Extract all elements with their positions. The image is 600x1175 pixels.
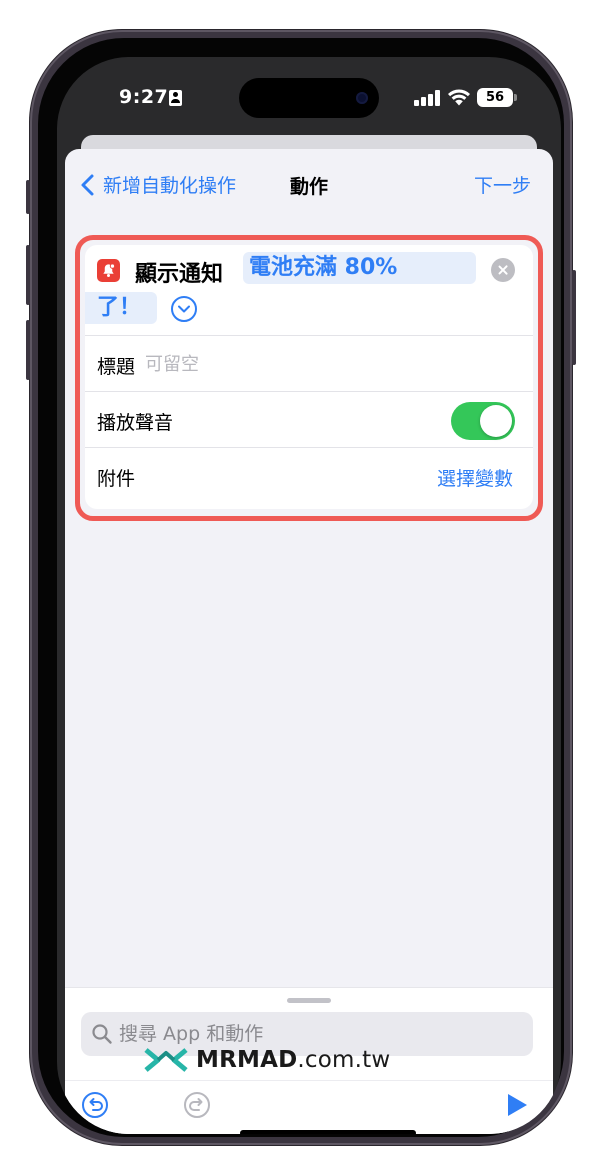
undo-icon[interactable] [81, 1091, 109, 1119]
remove-action-button[interactable] [491, 258, 515, 282]
sheet-grabber[interactable] [287, 998, 331, 1003]
back-button[interactable]: 新增自動化操作 [79, 171, 236, 198]
mrmad-watermark: MRMAD.com.tw [144, 1042, 390, 1078]
message-token[interactable]: 電池充滿 80% [243, 252, 476, 284]
cellular-signal-icon [414, 90, 440, 106]
title-label: 標題 [97, 356, 136, 378]
power-button [572, 270, 576, 365]
battery-icon: 56 [477, 88, 517, 107]
toggle-knob [480, 405, 512, 437]
dynamic-island [239, 78, 379, 118]
next-button[interactable]: 下一步 [474, 171, 531, 198]
play-sound-toggle[interactable] [451, 402, 515, 440]
home-indicator [240, 1130, 416, 1134]
play-sound-row: 播放聲音 [85, 391, 533, 447]
focus-person-icon [169, 90, 182, 106]
action-header: 顯示通知 電池充滿 80% 了！ [85, 245, 533, 335]
play-icon[interactable] [505, 1092, 529, 1118]
message-token-continued[interactable]: 了！ [85, 292, 157, 324]
redo-icon[interactable] [183, 1091, 211, 1119]
play-sound-label: 播放聲音 [97, 412, 174, 434]
watermark-suffix: .com.tw [297, 1047, 391, 1073]
mrmad-logo-icon [144, 1048, 188, 1072]
actions-sheet: 新增自動化操作 動作 下一步 顯示通知 電池充滿 80% 了！ 標題 可留空 播… [65, 149, 553, 1134]
phone-frame: 9:27 56 新增自動化操作 動作 下一步 顯示通知 電池充滿 80% 了！ … [26, 30, 576, 1145]
bell-icon [103, 263, 116, 277]
expand-options-button[interactable] [171, 296, 197, 322]
phone-bezel: 9:27 56 新增自動化操作 動作 下一步 顯示通知 電池充滿 80% 了！ … [38, 38, 564, 1137]
watermark-brand: MRMAD [196, 1047, 298, 1073]
status-bar: 9:27 56 [57, 57, 561, 127]
action-name: 顯示通知 [135, 262, 224, 287]
choose-variable-button[interactable]: 選擇變數 [437, 464, 513, 491]
navigation-bar: 新增自動化操作 動作 下一步 [65, 149, 553, 219]
search-icon [92, 1024, 112, 1044]
chevron-down-icon [178, 305, 190, 313]
volume-down-button [26, 320, 30, 380]
back-button-label: 新增自動化操作 [103, 175, 237, 197]
volume-up-button [26, 245, 30, 305]
watermark-text: MRMAD.com.tw [196, 1047, 390, 1073]
side-button-left [26, 180, 30, 214]
show-notification-action-card: 顯示通知 電池充滿 80% 了！ 標題 可留空 播放聲音 附件 選擇變數 [85, 245, 533, 509]
camera-icon [356, 92, 368, 104]
title-row: 標題 [85, 335, 533, 391]
chevron-left-icon [81, 174, 94, 195]
screen: 9:27 56 新增自動化操作 動作 下一步 顯示通知 電池充滿 80% 了！ … [57, 57, 561, 1134]
toolbar-divider [65, 1080, 553, 1081]
attachment-label: 附件 [97, 468, 136, 490]
wifi-icon [448, 89, 470, 106]
status-time: 9:27 [119, 86, 169, 108]
notification-bell-icon [97, 259, 120, 282]
title-field[interactable] [145, 350, 505, 378]
attachment-row: 附件 選擇變數 [85, 447, 533, 503]
